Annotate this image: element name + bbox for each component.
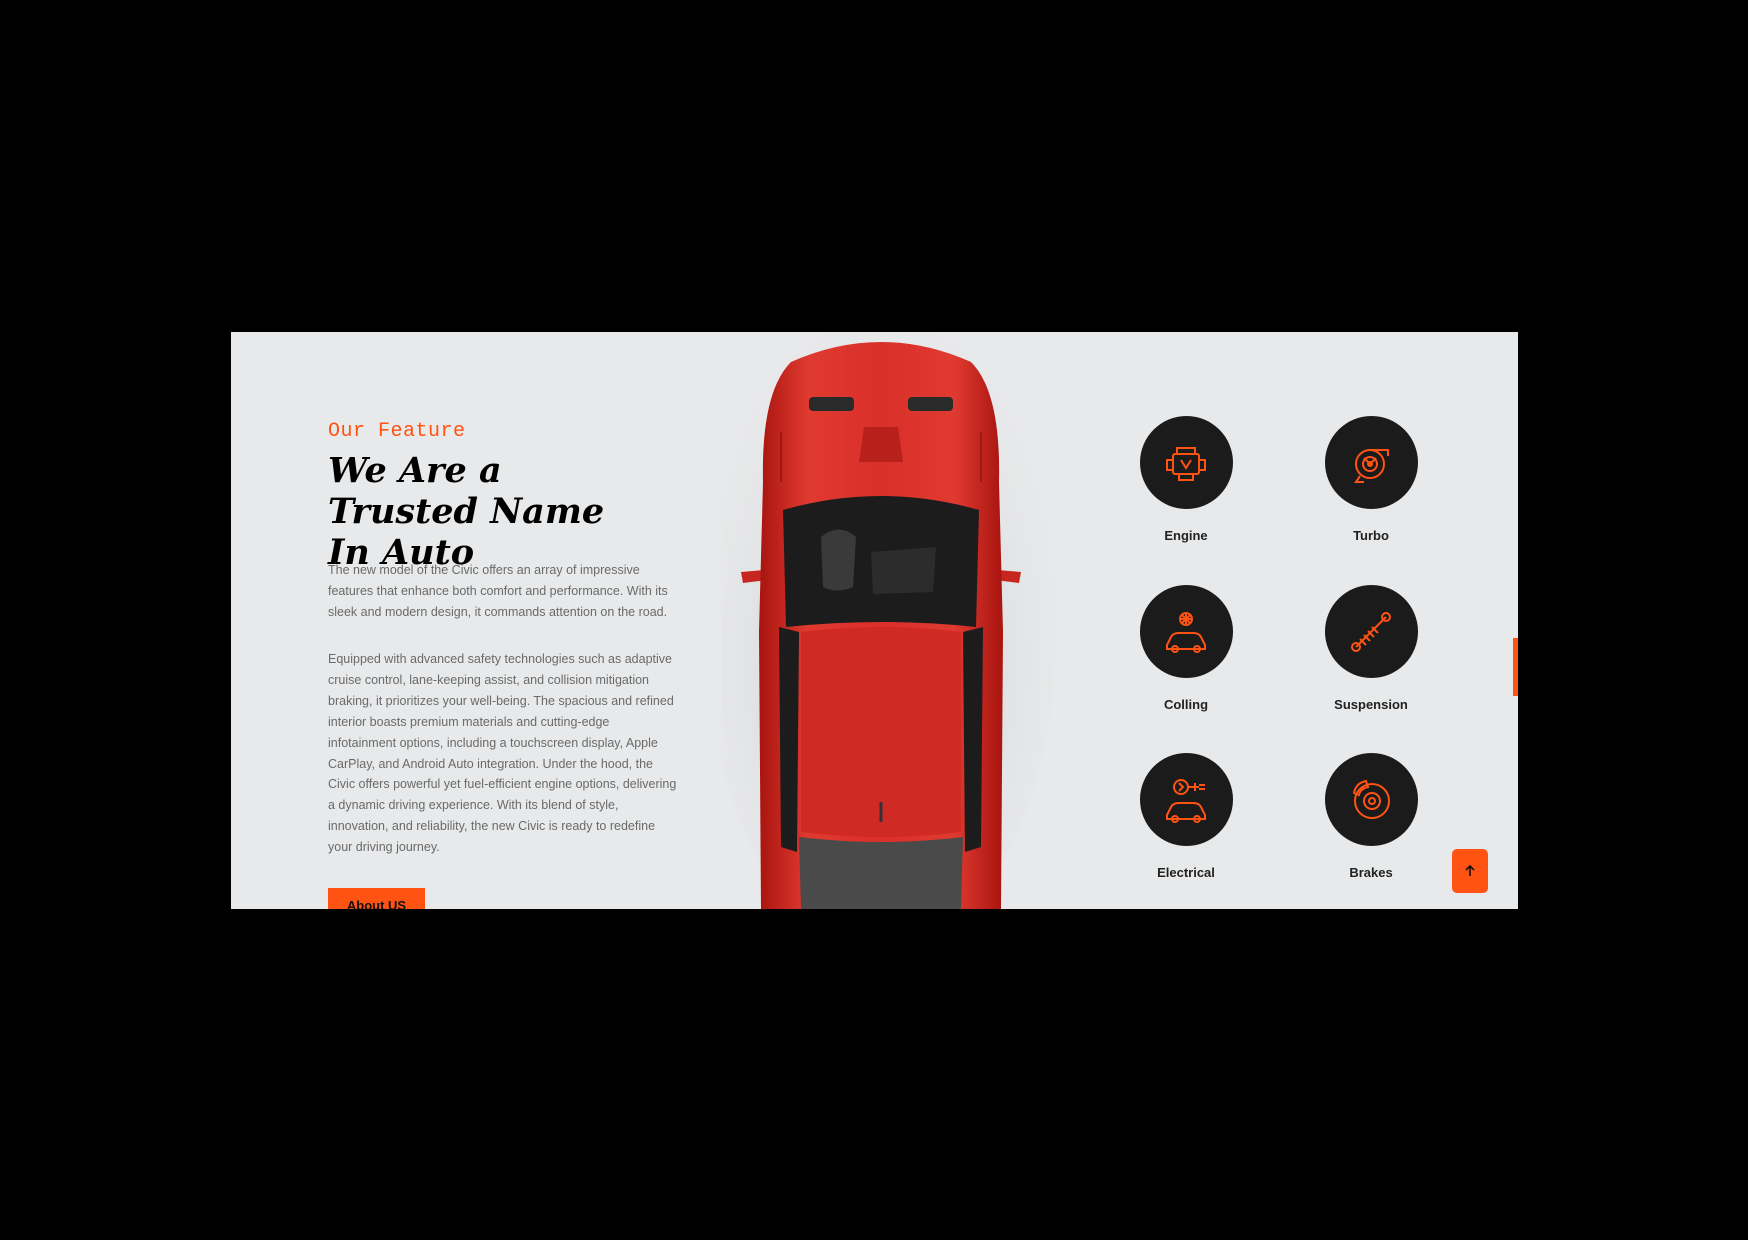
brakes-icon [1324,753,1418,846]
feature-item-engine[interactable]: Engine [1116,416,1256,543]
intro-paragraph: The new model of the Civic offers an arr… [328,563,668,619]
car-top-view-illustration [706,332,1056,909]
side-tab-handle[interactable] [1513,638,1518,696]
turbo-icon [1324,416,1418,509]
feature-label: Electrical [1157,865,1215,880]
feature-label: Turbo [1353,528,1389,543]
feature-label: Brakes [1349,865,1393,880]
feature-label: Colling [1163,697,1209,712]
feature-item-brakes[interactable]: Brakes [1301,753,1441,880]
car-image [706,332,1061,909]
engine-icon [1139,416,1233,509]
feature-label: Suspension [1334,697,1408,712]
cooling-icon [1139,585,1233,678]
feature-section: Our Feature We Are a Trusted Name In Aut… [231,332,1518,909]
suspension-icon [1324,585,1418,678]
feature-label: Engine [1164,528,1208,543]
feature-item-electrical[interactable]: Electrical [1116,753,1256,880]
section-title: We Are a Trusted Name In Auto [328,450,605,573]
arrow-up-icon [1465,864,1475,876]
feature-item-suspension[interactable]: Suspension [1301,585,1441,712]
about-us-button[interactable]: About US [328,888,425,909]
detail-paragraph: Equipped with advanced safety technologi… [328,652,677,855]
electrical-icon [1139,753,1233,846]
scroll-to-top-button[interactable] [1452,849,1488,893]
feature-item-cooling[interactable]: Colling [1116,585,1256,712]
section-eyebrow: Our Feature [328,420,466,443]
feature-item-turbo[interactable]: Turbo [1301,416,1441,543]
